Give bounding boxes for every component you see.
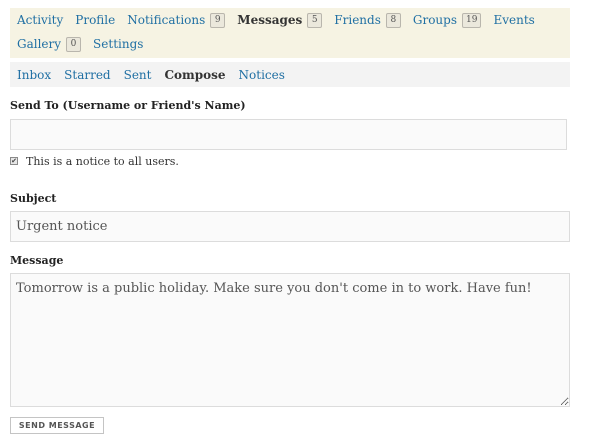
messages-subnav: Inbox Starred Sent Compose Notices — [10, 62, 570, 87]
profile-nav-row-1: Activity Profile Notifications 9 Message… — [17, 9, 547, 31]
message-textarea[interactable]: Tomorrow is a public holiday. Make sure … — [10, 273, 570, 407]
subnav-item-notices[interactable]: Notices — [239, 68, 285, 82]
subnav-item-compose[interactable]: Compose — [164, 68, 225, 82]
profile-nav: Activity Profile Notifications 9 Message… — [10, 8, 570, 58]
send-message-button[interactable]: SEND MESSAGE — [10, 417, 104, 434]
gallery-count-badge: 0 — [66, 36, 82, 52]
nav-item-settings[interactable]: Settings — [93, 37, 143, 51]
messages-count-badge: 5 — [307, 12, 323, 28]
nav-item-label: Messages — [237, 13, 303, 27]
notice-option: ✔ This is a notice to all users. — [10, 154, 179, 168]
profile-nav-row-2: Gallery 0 Settings — [17, 33, 155, 55]
nav-item-activity[interactable]: Activity — [17, 13, 63, 27]
nav-item-label: Settings — [93, 37, 144, 51]
subject-label: Subject — [10, 192, 57, 205]
messages-subnav-row: Inbox Starred Sent Compose Notices — [17, 64, 298, 86]
nav-item-label: Friends — [334, 13, 381, 27]
send-to-input[interactable] — [10, 119, 567, 150]
nav-item-label: Activity — [17, 13, 64, 27]
nav-item-friends[interactable]: Friends 8 — [334, 12, 401, 28]
notice-checkbox-label: This is a notice to all users. — [26, 154, 179, 168]
notifications-count-badge: 9 — [210, 12, 226, 28]
message-label: Message — [10, 254, 64, 267]
nav-item-events[interactable]: Events — [493, 13, 534, 27]
nav-item-label: Gallery — [17, 37, 62, 51]
subject-input[interactable] — [10, 211, 570, 242]
notice-checkbox[interactable]: ✔ — [10, 157, 18, 165]
subnav-item-sent[interactable]: Sent — [124, 68, 152, 82]
nav-item-label: Profile — [75, 13, 116, 27]
groups-count-badge: 19 — [462, 12, 482, 28]
nav-item-groups[interactable]: Groups 19 — [412, 12, 482, 28]
nav-item-label: Notifications — [127, 13, 206, 27]
nav-item-profile[interactable]: Profile — [75, 13, 115, 27]
nav-item-messages[interactable]: Messages 5 — [237, 12, 323, 28]
nav-item-notifications[interactable]: Notifications 9 — [127, 12, 226, 28]
nav-item-gallery[interactable]: Gallery 0 — [17, 36, 82, 52]
nav-item-label: Groups — [412, 13, 457, 27]
send-to-label: Send To (Username or Friend's Name) — [10, 99, 246, 112]
nav-item-label: Events — [493, 13, 535, 27]
subnav-item-inbox[interactable]: Inbox — [17, 68, 51, 82]
friends-count-badge: 8 — [385, 12, 401, 28]
subnav-item-starred[interactable]: Starred — [64, 68, 110, 82]
